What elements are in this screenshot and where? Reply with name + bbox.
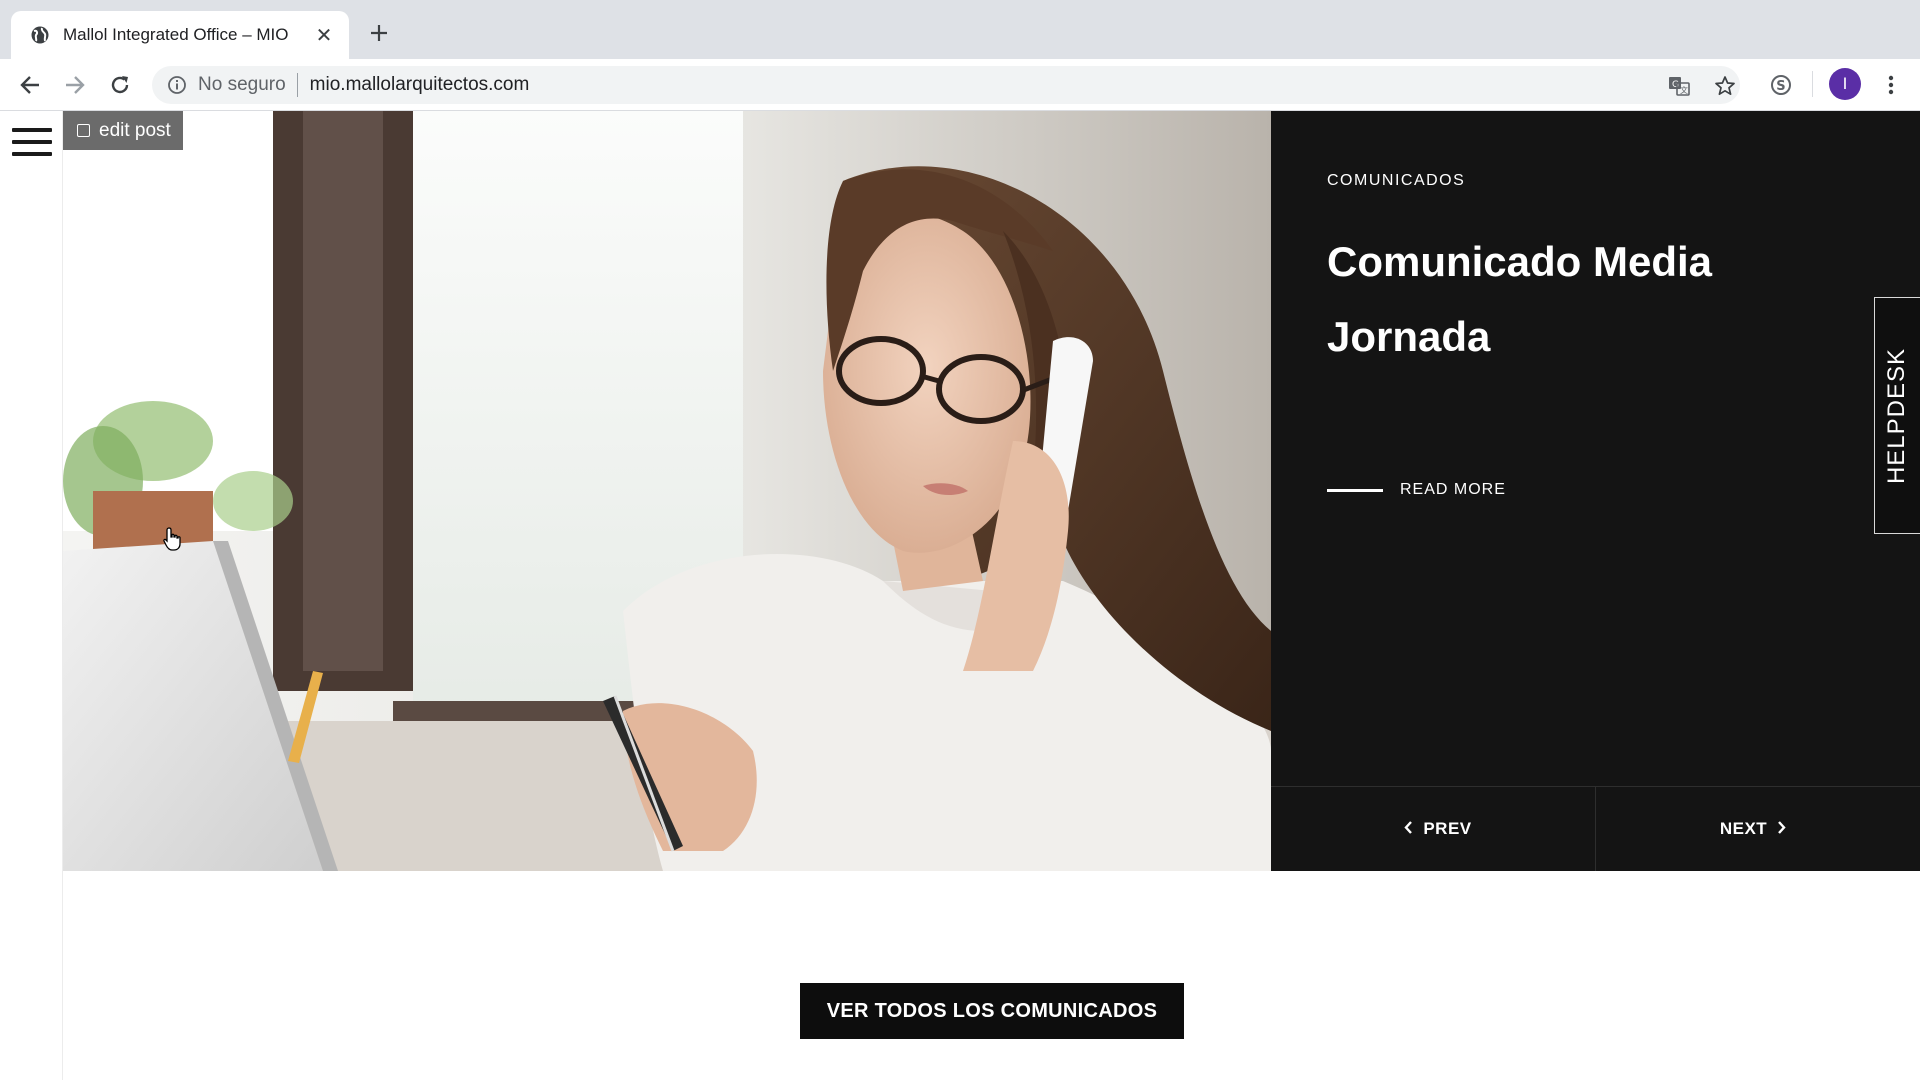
- menu-dots-icon[interactable]: [1877, 71, 1905, 99]
- browser-toolbar: No seguro mio.mallolarquitectos.com G 文 …: [0, 59, 1920, 111]
- star-icon[interactable]: [1713, 74, 1737, 98]
- helpdesk-label: HELPDESK: [1883, 347, 1911, 484]
- browser-tab[interactable]: Mallol Integrated Office – MIO ✕: [11, 11, 349, 59]
- read-more-link[interactable]: READ MORE: [1327, 481, 1506, 499]
- prev-button[interactable]: PREV: [1271, 787, 1596, 871]
- new-tab-button[interactable]: [367, 21, 391, 45]
- hero-image: [63, 111, 1271, 871]
- url-text[interactable]: mio.mallolarquitectos.com: [310, 74, 530, 96]
- edit-icon: [77, 124, 90, 137]
- hand-cursor-icon: [163, 527, 181, 551]
- omnibox-divider: [296, 73, 298, 97]
- post-category[interactable]: COMUNICADOS: [1327, 172, 1465, 190]
- translate-icon[interactable]: G 文: [1667, 74, 1691, 98]
- svg-text:G: G: [1672, 80, 1679, 90]
- close-icon[interactable]: ✕: [313, 24, 335, 47]
- chevron-right-icon: [1777, 821, 1786, 837]
- plus-icon: [371, 25, 387, 41]
- info-icon[interactable]: [166, 74, 188, 96]
- back-icon[interactable]: [16, 71, 44, 99]
- next-label: NEXT: [1719, 819, 1768, 838]
- post-info-panel: COMUNICADOS Comunicado Media Jornada REA…: [1271, 111, 1920, 871]
- browser-tabstrip: Mallol Integrated Office – MIO ✕: [0, 0, 1920, 59]
- toolbar-separator: [1812, 71, 1813, 97]
- read-more-line: [1327, 488, 1383, 492]
- view-all-announcements-button[interactable]: VER TODOS LOS COMUNICADOS: [800, 983, 1184, 1039]
- forward-icon[interactable]: [61, 71, 89, 99]
- edit-post-label: edit post: [99, 119, 171, 141]
- next-button[interactable]: NEXT: [1596, 787, 1920, 871]
- svg-text:S: S: [1776, 79, 1785, 94]
- tab-title: Mallol Integrated Office – MIO: [63, 25, 289, 44]
- woman-on-phone-photo: [63, 111, 1271, 871]
- address-bar[interactable]: No seguro mio.mallolarquitectos.com G 文: [152, 66, 1740, 104]
- prev-label: PREV: [1423, 819, 1472, 838]
- globe-icon: [29, 24, 51, 46]
- post-pager: PREV NEXT: [1271, 786, 1920, 871]
- left-rail: [0, 111, 63, 1080]
- security-label: No seguro: [198, 74, 286, 95]
- hamburger-menu-icon[interactable]: [12, 128, 52, 158]
- chevron-left-icon: [1404, 821, 1413, 837]
- helpdesk-tab[interactable]: HELPDESK: [1874, 297, 1920, 534]
- profile-avatar[interactable]: I: [1829, 68, 1861, 100]
- post-title[interactable]: Comunicado Media Jornada: [1327, 224, 1797, 374]
- edit-post-button[interactable]: edit post: [63, 111, 183, 150]
- skype-icon[interactable]: S: [1767, 71, 1795, 99]
- svg-text:文: 文: [1680, 85, 1688, 95]
- read-more-label: READ MORE: [1400, 481, 1506, 498]
- reload-icon[interactable]: [106, 71, 134, 99]
- page-content: edit post COMUNICADOS Comunicado Media J…: [0, 111, 1920, 1080]
